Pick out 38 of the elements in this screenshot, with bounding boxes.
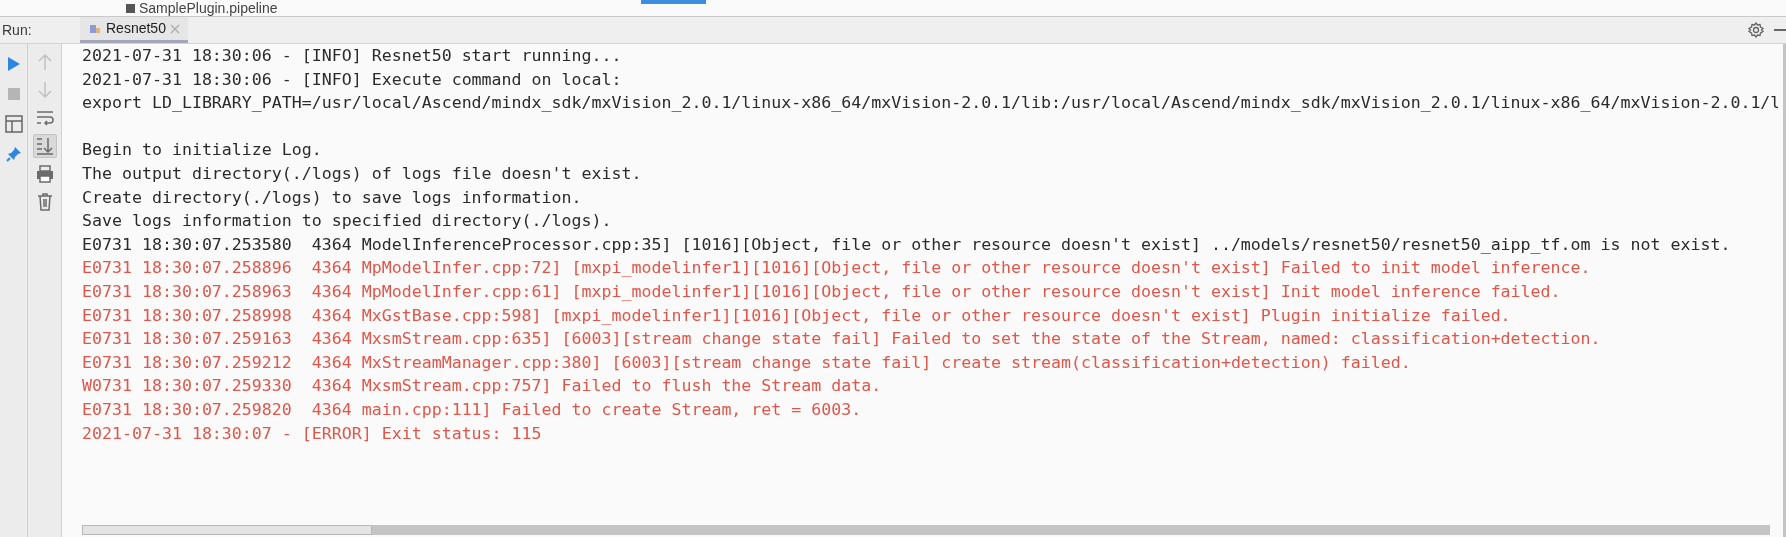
console-line: Create directory(./logs) to save logs information. [82,186,582,209]
file-icon [126,3,135,13]
arrow-up-icon [37,53,52,71]
scrollbar-thumb[interactable] [82,525,372,535]
run-icon [6,56,21,72]
settings-icon[interactable] [1748,22,1764,38]
vertical-scrollbar[interactable] [1783,44,1786,537]
pin-icon [5,146,22,162]
console-line: W0731 18:30:07.259330 4364 MxsmStream.cpp:757] Failed to flush the Stream data. [82,375,882,398]
console-line: 2021-07-31 18:30:06 - [INFO] Resnet50 start running... [82,45,622,67]
layout-icon [4,115,23,133]
run-label: Run: [1,20,33,40]
console-line: E0731 18:30:07.258963 4364 MpModelInfer.cpp:61] [mxpi_modelinfer1][1016][Object, file or other resource doesn't exist] Init model inference failed. [82,280,1561,303]
app-icon [88,22,102,35]
close-icon[interactable] [169,23,180,34]
printer-icon [35,165,54,183]
console-line: E0731 18:30:07.253580 4364 ModelInferenceProcessor.cpp:35] [1016][Object, file or other resource doesn't exist] ../models/resnet50/resnet50_aipp_tf.om is not exist. [82,233,1731,256]
console-line: E0731 18:30:07.259820 4364 main.cpp:111] Failed to create Stream, ret = 6003. [82,398,862,421]
editor-tab[interactable]: SamplePlugin.pipeline [139,0,278,16]
console-line: 2021-07-31 18:30:06 - [INFO] Execute command on local: [82,68,622,91]
console-line: Save logs information to specified directory(./logs). [82,210,612,233]
trash-icon [36,193,53,211]
console-line: Begin to initialize Log. [82,139,322,162]
toolbar-button[interactable] [32,134,57,158]
arrow-down-icon [37,81,52,99]
scroll-to-end-icon [35,137,54,155]
toolbar-button[interactable] [2,112,25,136]
console-line: export LD_LIBRARY_PATH=/usr/local/Ascend/mindx_sdk/mxVision_2.0.1/linux-x86_64/mxVision-2.0.1/lib:/usr/local/Ascend/mindx_sdk/mxVision_2.0.1/linux-x86_64/mxVision-2.0.1/l [82,92,1778,115]
console-line: E0731 18:30:07.259163 4364 MxsmStream.cpp:635] [6003][stream change state fail] Failed to set the state of the Stream, named: classification+detection. [82,328,1601,351]
horizontal-scrollbar[interactable] [82,525,1770,535]
console-line: 2021-07-31 18:30:07 - [ERROR] Exit status: 115 [82,422,542,445]
stop-icon [7,88,20,100]
run-tab[interactable]: Resnet50 [80,17,188,43]
console-line: E0731 18:30:07.259212 4364 MxStreamManager.cpp:380] [6003][stream change state fail] create stream(classification+detection) failed. [82,351,1411,374]
console-line: E0731 18:30:07.258998 4364 MxGstBase.cpp:598] [mxpi_modelinfer1][1016][Object, file or other resource doesn't exist] Plugin initialize failed. [82,304,1511,327]
console-line: E0731 18:30:07.258896 4364 MpModelInfer.cpp:72] [mxpi_modelinfer1][1016][Object, file or other resource doesn't exist] Failed to init model inference. [82,257,1591,280]
console-line: The output directory(./logs) of logs file doesn't exist. [82,162,642,185]
soft-wrap-icon [35,110,54,126]
